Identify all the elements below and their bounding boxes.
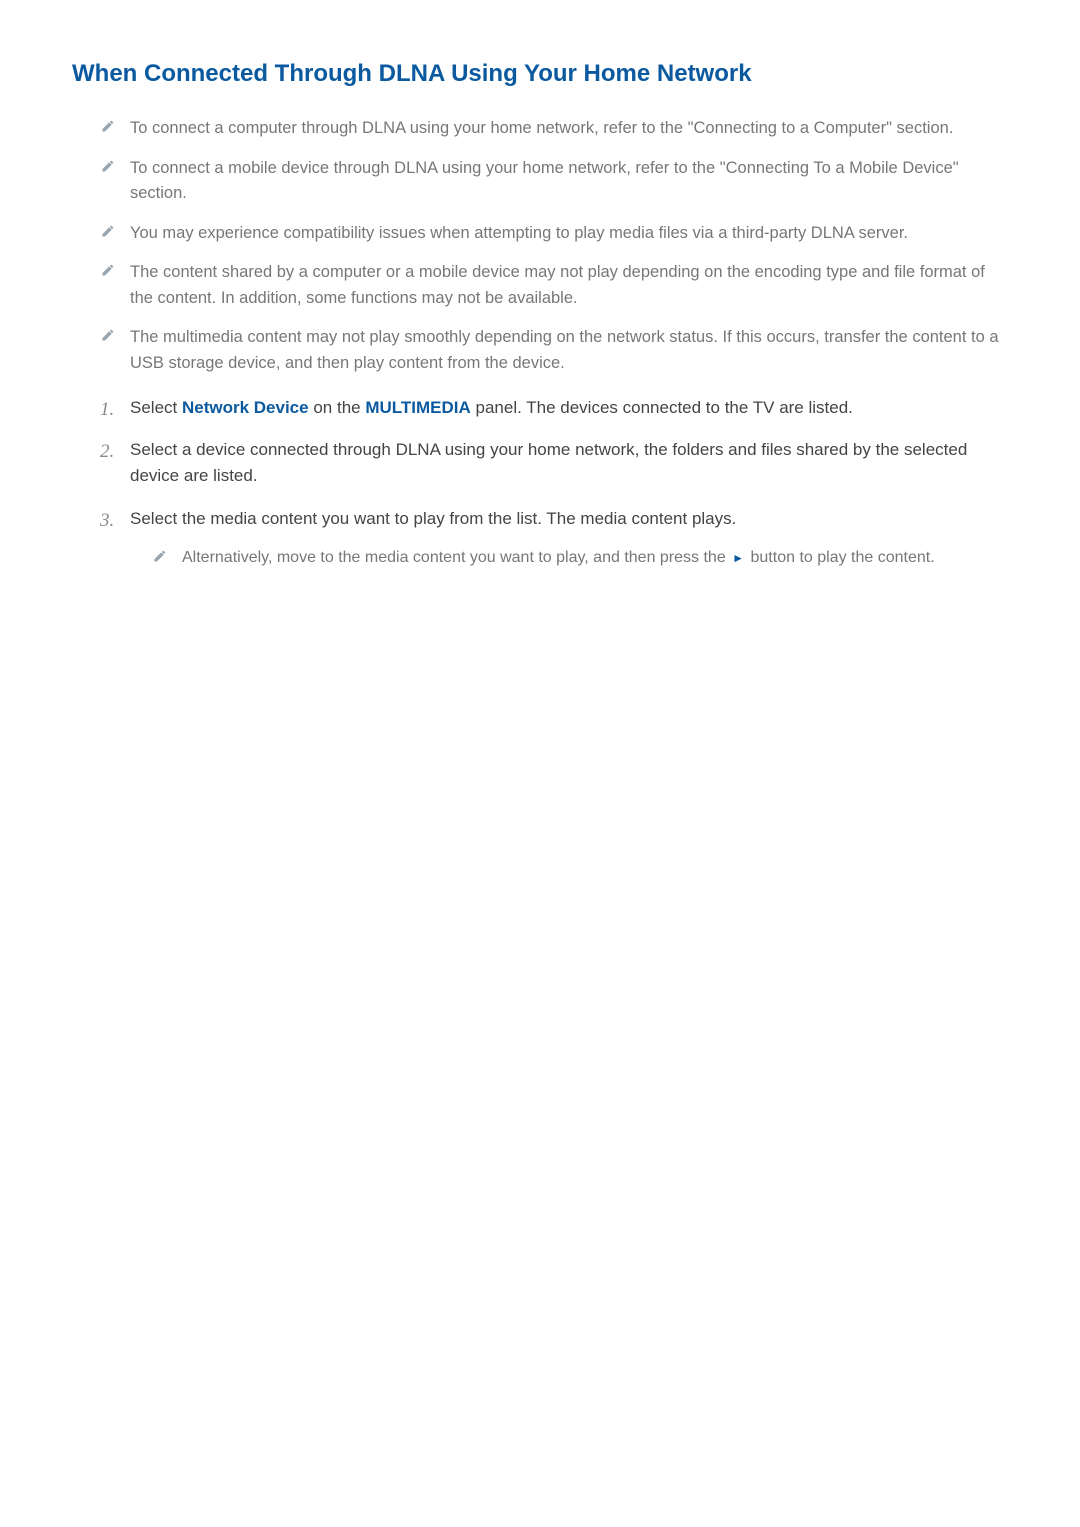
pencil-icon [100, 262, 116, 278]
sub-note-list: Alternatively, move to the media content… [130, 546, 1008, 571]
steps-list: Select Network Device on the MULTIMEDIA … [72, 395, 1008, 571]
step-mid: on the [309, 398, 366, 417]
section-heading: When Connected Through DLNA Using Your H… [72, 60, 1008, 88]
step-item: Select Network Device on the MULTIMEDIA … [100, 395, 1008, 421]
pencil-icon [100, 158, 116, 174]
note-text: You may experience compatibility issues … [130, 224, 908, 242]
pencil-icon [152, 548, 168, 564]
note-item: The multimedia content may not play smoo… [100, 325, 1008, 376]
subnote-suffix: button to play the content. [746, 549, 935, 566]
step-text: Select a device connected through DLNA u… [130, 440, 967, 485]
play-icon: ► [730, 549, 746, 568]
note-item: To connect a mobile device through DLNA … [100, 156, 1008, 207]
step-text: Select the media content you want to pla… [130, 509, 736, 528]
note-text: Alternatively, move to the media content… [182, 549, 935, 566]
notes-list: To connect a computer through DLNA using… [72, 116, 1008, 377]
note-text: To connect a computer through DLNA using… [130, 119, 953, 137]
step-item: Select the media content you want to pla… [100, 506, 1008, 571]
step-prefix: Select [130, 398, 182, 417]
step-suffix: panel. The devices connected to the TV a… [471, 398, 853, 417]
note-item: You may experience compatibility issues … [100, 221, 1008, 247]
highlight-multimedia: MULTIMEDIA [365, 398, 470, 417]
pencil-icon [100, 223, 116, 239]
subnote-prefix: Alternatively, move to the media content… [182, 549, 730, 566]
pencil-icon [100, 118, 116, 134]
note-text: The content shared by a computer or a mo… [130, 263, 985, 307]
note-item: To connect a computer through DLNA using… [100, 116, 1008, 142]
note-text: The multimedia content may not play smoo… [130, 328, 999, 372]
highlight-network-device: Network Device [182, 398, 309, 417]
pencil-icon [100, 327, 116, 343]
note-item: Alternatively, move to the media content… [152, 546, 1008, 571]
step-item: Select a device connected through DLNA u… [100, 437, 1008, 490]
note-item: The content shared by a computer or a mo… [100, 260, 1008, 311]
step-text: Select Network Device on the MULTIMEDIA … [130, 398, 853, 417]
note-text: To connect a mobile device through DLNA … [130, 159, 959, 203]
